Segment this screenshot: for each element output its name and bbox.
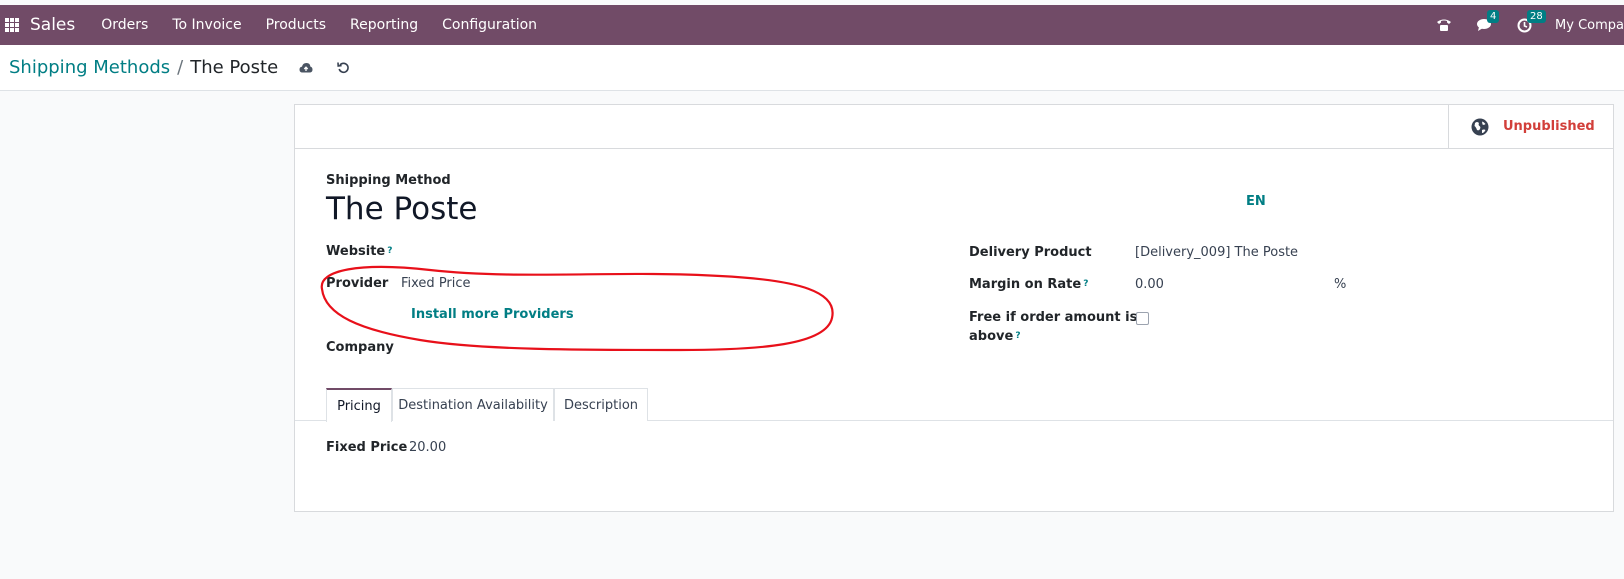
menu-products[interactable]: Products <box>254 17 338 33</box>
tab-pricing[interactable]: Pricing <box>326 388 392 422</box>
language-button[interactable]: EN <box>1246 194 1266 209</box>
delivery-product-field[interactable]: [Delivery_009] The Poste <box>1135 245 1298 260</box>
cloud-save-icon[interactable] <box>299 61 313 75</box>
chat-icon[interactable]: 4 <box>1475 10 1500 34</box>
help-tooltip-icon[interactable]: ? <box>387 246 392 256</box>
menu-configuration[interactable]: Configuration <box>430 17 549 33</box>
clock-icon[interactable]: 28 <box>1515 10 1546 34</box>
breadcrumb-current: The Poste <box>190 57 279 78</box>
delivery-product-label: Delivery Product <box>969 245 1092 260</box>
notebook-tabs: Pricing Destination Availability Descrip… <box>295 388 1613 422</box>
systray: 4 28 My Compa <box>1435 5 1624 45</box>
tab-description[interactable]: Description <box>554 388 648 421</box>
free-over-checkbox[interactable] <box>1136 312 1149 325</box>
breadcrumb-separator: / <box>177 57 184 78</box>
apps-grid-icon[interactable] <box>5 18 19 32</box>
provider-label: Provider <box>326 276 389 291</box>
website-label: Website? <box>326 244 393 259</box>
help-tooltip-icon[interactable]: ? <box>1015 331 1020 341</box>
publish-toggle-button[interactable]: Unpublished <box>1448 105 1613 148</box>
tab-destination-availability[interactable]: Destination Availability <box>392 388 554 421</box>
record-type-label: Shipping Method <box>326 173 451 188</box>
help-tooltip-icon[interactable]: ? <box>1083 279 1088 289</box>
app-name[interactable]: Sales <box>30 15 75 35</box>
company-label: Company <box>326 340 394 355</box>
phone-icon[interactable] <box>1435 16 1453 34</box>
top-navbar: Sales Orders To Invoice Products Reporti… <box>0 5 1624 45</box>
provider-select[interactable]: Fixed Price <box>401 276 471 291</box>
margin-unit: % <box>1334 277 1347 292</box>
fixed-price-input[interactable]: 20.00 <box>409 440 446 455</box>
messages-badge: 4 <box>1487 10 1500 23</box>
button-box: Unpublished <box>295 105 1613 149</box>
breadcrumb-parent-link[interactable]: Shipping Methods <box>9 57 170 78</box>
free-over-label: Free if order amount is above? <box>969 310 1138 344</box>
menu-reporting[interactable]: Reporting <box>338 17 430 33</box>
menu-to-invoice[interactable]: To Invoice <box>160 17 253 33</box>
undo-icon[interactable] <box>336 61 350 75</box>
margin-on-rate-input[interactable]: 0.00 <box>1135 277 1164 292</box>
activities-badge: 28 <box>1527 10 1546 23</box>
menu-orders[interactable]: Orders <box>89 17 160 33</box>
control-panel: Shipping Methods / The Poste <box>0 45 1624 91</box>
globe-icon <box>1471 118 1489 135</box>
company-switcher[interactable]: My Compa <box>1555 18 1624 33</box>
publish-status: Unpublished <box>1503 119 1595 134</box>
install-more-providers-button[interactable]: Install more Providers <box>411 307 574 322</box>
fixed-price-label: Fixed Price <box>326 440 408 455</box>
name-field[interactable]: The Poste <box>326 191 477 227</box>
form-sheet: Unpublished Shipping Method The Poste EN… <box>294 104 1614 512</box>
margin-on-rate-label: Margin on Rate? <box>969 277 1089 292</box>
